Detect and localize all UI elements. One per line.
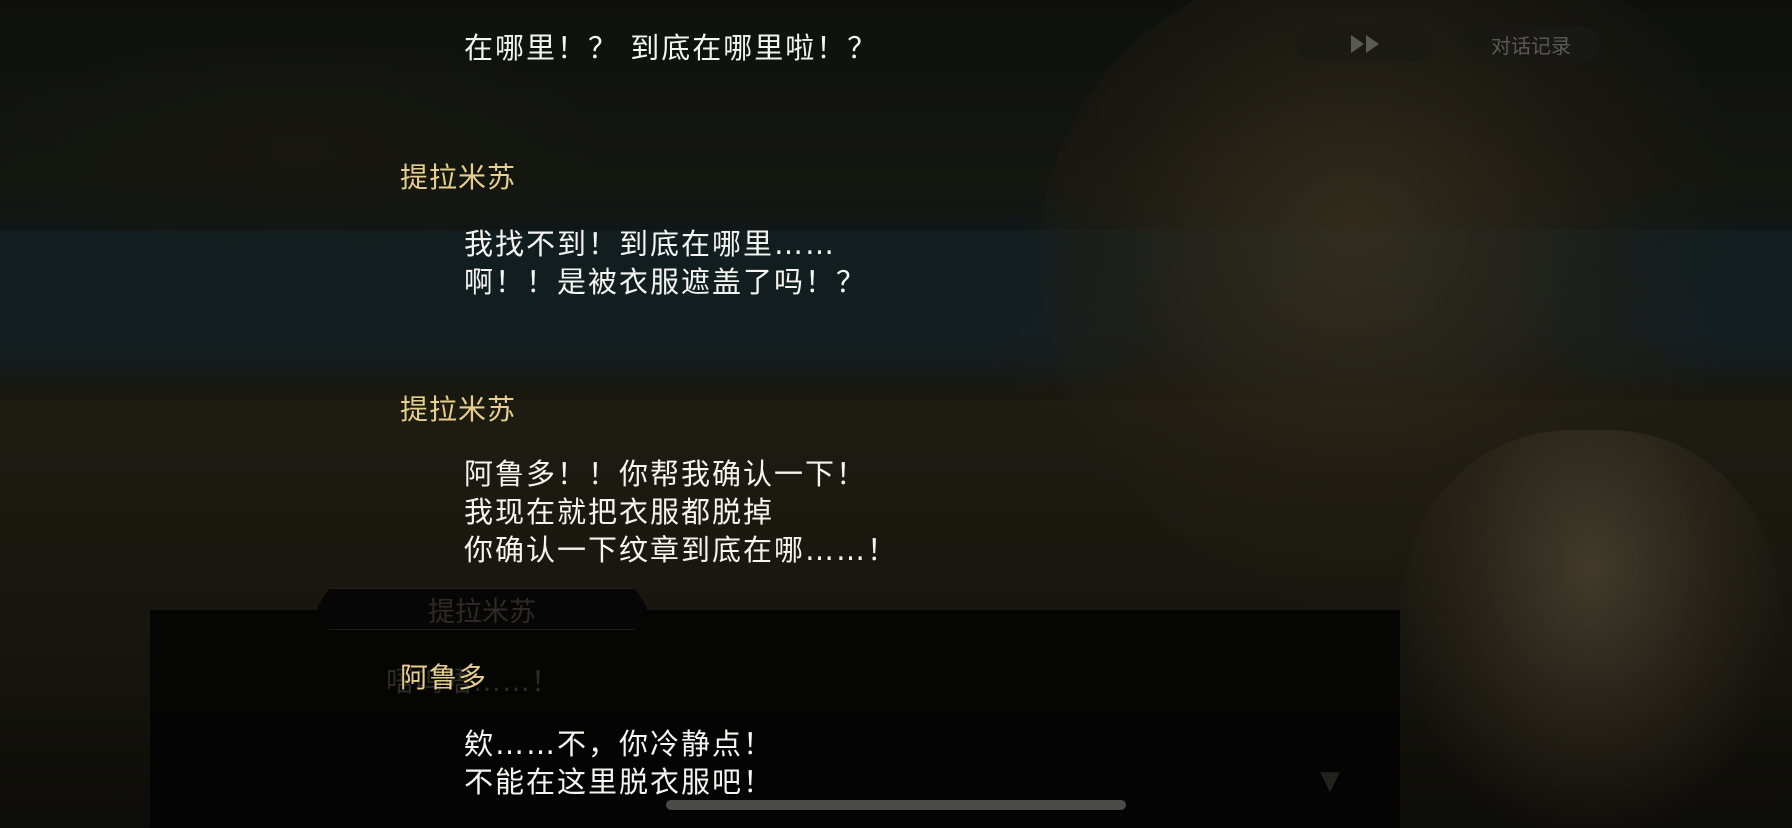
log-line: 你确认一下纹章到底在哪……！: [464, 533, 899, 567]
log-line: 欸……不，你冷静点！: [464, 727, 775, 761]
fast-forward-button[interactable]: [1296, 26, 1434, 62]
fast-forward-icon-2: [1366, 35, 1379, 53]
log-overlay: [0, 0, 1792, 828]
log-line: 在哪里！？ 到底在哪里啦！？: [464, 31, 879, 65]
log-speaker-name: 提拉米苏: [400, 161, 517, 194]
log-line: 我找不到！到底在哪里……: [464, 227, 837, 261]
log-line: 不能在这里脱衣服吧！: [464, 765, 775, 799]
home-indicator[interactable]: [666, 800, 1126, 810]
log-line: 阿鲁多！！你帮我确认一下！: [464, 457, 868, 491]
log-speaker-name: 阿鲁多: [400, 661, 488, 694]
log-line: 我现在就把衣服都脱掉: [464, 495, 775, 529]
dialogue-log-button[interactable]: 对话记录: [1462, 26, 1600, 62]
fast-forward-icon: [1351, 35, 1364, 53]
game-screen[interactable]: 提拉米苏 唔呜唔……！ ▼ 对话记录 在哪里！？ 到底在哪里啦！？ 提拉米苏 我…: [0, 0, 1792, 828]
log-speaker-name: 提拉米苏: [400, 393, 517, 426]
log-line: 啊！！是被衣服遮盖了吗！？: [464, 265, 868, 299]
